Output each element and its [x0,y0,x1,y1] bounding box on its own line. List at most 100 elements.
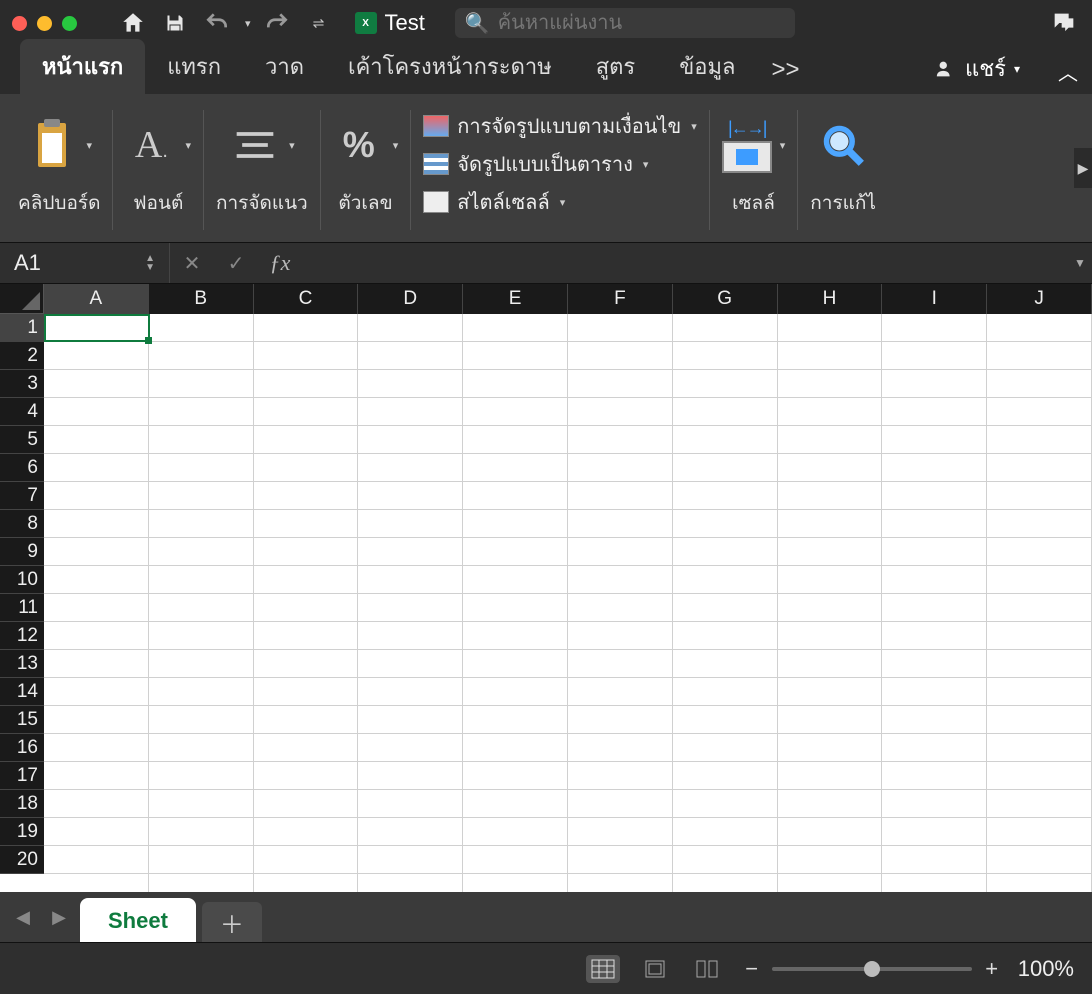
column-header[interactable]: A [44,284,149,314]
cell[interactable] [254,566,359,594]
cell[interactable] [882,426,987,454]
tab-data[interactable]: ข้อมูล [657,39,757,94]
cell[interactable] [358,594,463,622]
search-box[interactable]: 🔍 [455,8,795,38]
cell[interactable] [673,314,778,342]
formula-input[interactable] [302,243,1068,283]
cell[interactable] [149,762,254,790]
cell[interactable] [463,734,568,762]
cell[interactable] [44,454,149,482]
cell[interactable] [778,538,883,566]
cell[interactable] [44,846,149,874]
cell[interactable] [358,538,463,566]
column-header[interactable]: F [568,284,673,314]
cell[interactable] [673,846,778,874]
cells-dropdown[interactable]: ▾ [780,139,786,152]
cell[interactable] [568,762,673,790]
close-window-button[interactable] [12,16,27,31]
cell[interactable] [149,678,254,706]
cell[interactable] [254,650,359,678]
minimize-window-button[interactable] [37,16,52,31]
cell[interactable] [149,342,254,370]
qat-customize[interactable]: ⇌ [303,7,335,39]
cell[interactable] [568,426,673,454]
cell[interactable] [987,622,1092,650]
cell[interactable] [463,566,568,594]
cell[interactable] [463,818,568,846]
cell[interactable] [149,538,254,566]
cell[interactable] [987,538,1092,566]
column-header[interactable]: I [882,284,987,314]
row-header[interactable]: 3 [0,370,44,398]
cell[interactable] [673,370,778,398]
cell[interactable] [568,790,673,818]
cell[interactable] [149,314,254,342]
cell[interactable] [44,482,149,510]
cell[interactable] [254,342,359,370]
cell[interactable] [673,426,778,454]
row-header[interactable]: 18 [0,790,44,818]
cell[interactable] [882,622,987,650]
cell[interactable] [987,790,1092,818]
tabs-overflow[interactable]: >> [758,46,814,94]
cell[interactable] [778,622,883,650]
cell[interactable] [987,370,1092,398]
cell[interactable] [673,482,778,510]
redo-button[interactable] [261,7,293,39]
cell[interactable] [568,734,673,762]
cell[interactable] [568,314,673,342]
column-header[interactable]: C [254,284,359,314]
cell[interactable] [568,454,673,482]
cell[interactable] [987,818,1092,846]
zoom-out-button[interactable]: − [742,956,762,982]
cell[interactable] [568,370,673,398]
cell[interactable] [778,314,883,342]
cell[interactable] [463,342,568,370]
cell[interactable] [882,594,987,622]
cell[interactable] [568,706,673,734]
cell[interactable] [568,650,673,678]
cell[interactable] [254,482,359,510]
view-normal-button[interactable] [586,955,620,983]
cell[interactable] [254,538,359,566]
cell[interactable] [778,706,883,734]
add-sheet-button[interactable]: ＋ [202,902,262,942]
cell[interactable] [44,510,149,538]
cell[interactable] [463,650,568,678]
number-button[interactable]: % [333,119,385,171]
select-all-corner[interactable] [0,284,44,314]
column-header[interactable]: E [463,284,568,314]
name-box[interactable]: A1 ▲▼ [0,243,170,283]
cell[interactable] [254,818,359,846]
paste-dropdown[interactable]: ▾ [86,139,92,152]
cell[interactable] [358,342,463,370]
cell[interactable] [882,342,987,370]
cell[interactable] [673,342,778,370]
cell[interactable] [44,370,149,398]
cell[interactable] [463,370,568,398]
cell[interactable] [987,398,1092,426]
cancel-formula-button[interactable]: ✕ [170,243,214,283]
font-dropdown[interactable]: ▾ [185,139,191,152]
row-header[interactable]: 16 [0,734,44,762]
cell[interactable] [673,706,778,734]
expand-formula-bar[interactable]: ▼ [1068,256,1092,270]
spreadsheet-grid[interactable]: ABCDEFGHIJ 12345678910111213141516171819… [0,284,1092,892]
cell[interactable] [358,510,463,538]
cell[interactable] [463,790,568,818]
tab-formulas[interactable]: สูตร [574,39,658,94]
column-header[interactable]: D [358,284,463,314]
tab-insert[interactable]: แทรก [145,39,243,94]
row-header[interactable]: 13 [0,650,44,678]
row-header[interactable]: 9 [0,538,44,566]
cell[interactable] [463,846,568,874]
cell[interactable] [149,706,254,734]
cell[interactable] [44,566,149,594]
cells-area[interactable] [44,314,1092,892]
cell[interactable] [463,594,568,622]
cell[interactable] [44,622,149,650]
cell[interactable] [568,622,673,650]
cell[interactable] [987,734,1092,762]
cell[interactable] [254,734,359,762]
cell[interactable] [149,398,254,426]
